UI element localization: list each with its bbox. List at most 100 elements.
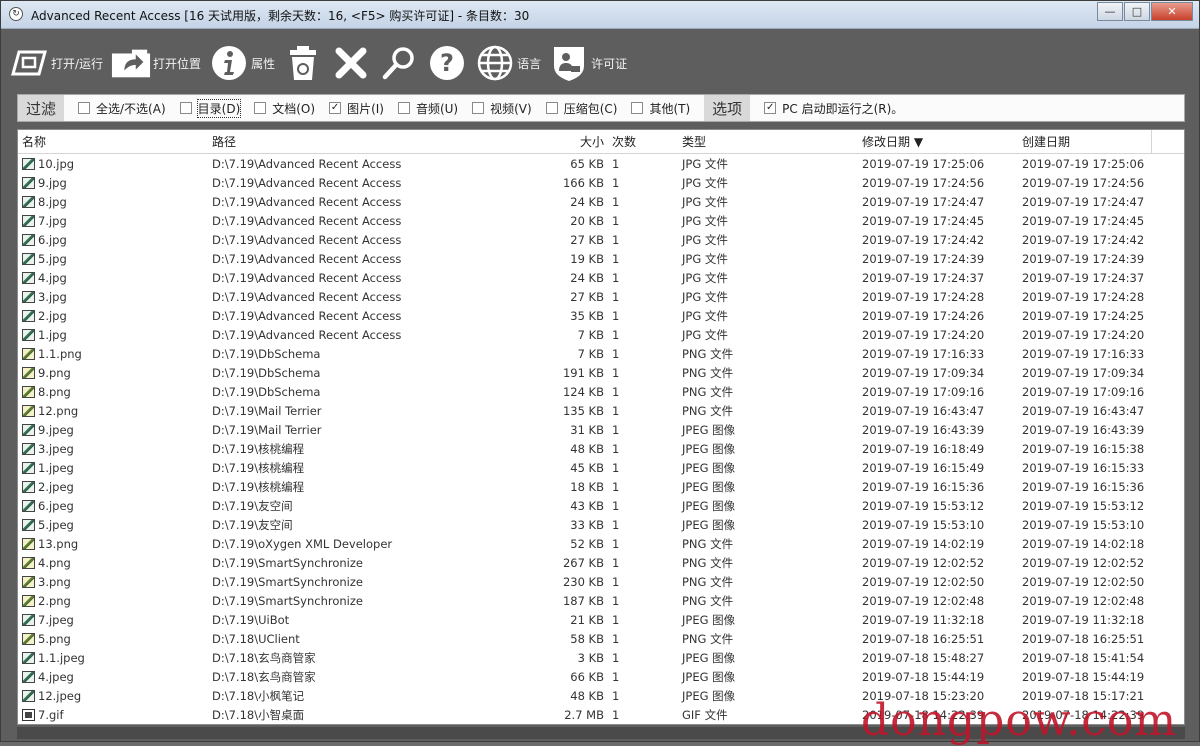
filter-checkbox[interactable]: 其他(T) [631,100,690,117]
help-button[interactable]: ? [427,43,467,83]
table-row[interactable]: 7.jpeg D:\7.19\UiBot 21 KB 1 JPEG 图像 2019-07-… [18,610,1184,629]
cell-type: PNG 文件 [682,574,734,589]
table-row[interactable]: 5.jpg D:\7.19\Advanced Recent Access 19 KB… [18,249,1184,268]
table-row[interactable]: 3.png D:\7.19\SmartSynchronize 230 KB 1 PNG … [18,572,1184,591]
recycle-button[interactable] [283,43,323,83]
cell-created: 2019-07-18 15:44:19 [1022,669,1145,684]
file-name: 8.png [38,384,71,399]
file-name: 9.jpg [38,175,67,190]
cell-created: 2019-07-19 17:24:39 [1022,251,1145,266]
table-row[interactable]: 1.1.jpeg D:\7.18\玄鸟商管家 3 KB 1 JPEG 图像 2019-07… [18,648,1184,667]
filter-bar: 过滤 全选/不选(A) 目录(D) 文档(O) ✓ 图片(I) 音频(U) 视频(V) 压缩包… [17,94,1185,122]
table-row[interactable]: 1.1.png D:\7.19\DbSchema 7 KB 1 PNG 文件 2019-0… [18,344,1184,363]
checkbox-checked-icon[interactable]: ✓ [329,102,342,114]
cell-modified: 2019-07-19 17:24:47 [862,194,985,209]
checkbox-unchecked-icon[interactable] [631,102,644,114]
table-row[interactable]: 4.png D:\7.19\SmartSynchronize 267 KB 1 PNG … [18,553,1184,572]
close-button[interactable]: ✕ [1151,2,1193,21]
cell-modified: 2019-07-19 17:24:39 [862,251,985,266]
startup-checkbox-box[interactable]: ✓ [764,102,777,114]
filter-checkbox[interactable]: ✓ 图片(I) [329,100,384,117]
cell-size: 52 KB [570,536,604,551]
table-row[interactable]: 5.jpeg D:\7.19\友空间 33 KB 1 JPEG 图像 2019-07-19… [18,515,1184,534]
checkbox-unchecked-icon[interactable] [472,102,485,114]
cell-type: JPEG 图像 [682,460,736,475]
table-row[interactable]: 3.jpg D:\7.19\Advanced Recent Access 27 KB… [18,287,1184,306]
cell-size: 20 KB [570,213,604,228]
file-name: 9.png [38,365,71,380]
table-row[interactable]: 6.jpg D:\7.19\Advanced Recent Access 27 KB… [18,230,1184,249]
cell-modified: 2019-07-19 12:02:48 [862,593,985,608]
cell-size: 187 KB [562,593,604,608]
table-row[interactable]: 9.jpg D:\7.19\Advanced Recent Access 166 K… [18,173,1184,192]
open-run-button[interactable]: 打开/运行 [9,43,103,83]
cell-path: D:\7.19\Advanced Recent Access [212,175,402,190]
cell-type: JPEG 图像 [682,498,736,513]
filter-checkbox[interactable]: 全选/不选(A) [78,100,166,117]
checkbox-unchecked-icon[interactable] [545,102,558,114]
column-header-name[interactable]: 名称 [18,130,208,153]
table-row[interactable]: 10.jpg D:\7.19\Advanced Recent Access 65 K… [18,154,1184,173]
cell-path: D:\7.19\Advanced Recent Access [212,308,402,323]
cell-type: PNG 文件 [682,631,734,646]
table-row[interactable]: 2.jpeg D:\7.19\核桃编程 18 KB 1 JPEG 图像 2019-07-1… [18,477,1184,496]
cell-size: 191 KB [562,365,604,380]
filter-checkbox[interactable]: 压缩包(C) [545,100,617,117]
table-row[interactable]: 9.jpeg D:\7.19\Mail Terrier 31 KB 1 JPEG 图像 2… [18,420,1184,439]
properties-button[interactable]: 属性 [209,43,275,83]
checkbox-unchecked-icon[interactable] [78,102,91,114]
column-header-count[interactable]: 次数 [608,130,678,153]
search-button[interactable] [379,43,419,83]
open-location-button[interactable]: 打开位置 [111,43,201,83]
cell-type: JPG 文件 [682,175,728,190]
table-row[interactable]: 4.jpeg D:\7.18\玄鸟商管家 66 KB 1 JPEG 图像 2019-07-… [18,667,1184,686]
filter-checkbox[interactable]: 文档(O) [254,100,315,117]
checkbox-unchecked-icon[interactable] [179,102,192,114]
table-row[interactable]: 6.jpeg D:\7.19\友空间 43 KB 1 JPEG 图像 2019-07-19… [18,496,1184,515]
column-header-type[interactable]: 类型 [678,130,858,153]
filter-checkbox[interactable]: 音频(U) [397,100,458,117]
cell-modified: 2019-07-19 11:32:18 [862,612,985,627]
column-header-modified[interactable]: 修改日期 ▼ [858,130,1018,153]
cell-path: D:\7.19\DbSchema [212,365,321,380]
minimize-button[interactable]: — [1097,2,1123,21]
table-row[interactable]: 1.jpeg D:\7.19\核桃编程 45 KB 1 JPEG 图像 2019-07-1… [18,458,1184,477]
checkbox-unchecked-icon[interactable] [397,102,410,114]
cell-size: 230 KB [562,574,604,589]
table-row[interactable]: 4.jpg D:\7.19\Advanced Recent Access 24 KB… [18,268,1184,287]
cell-path: D:\7.19\核桃编程 [212,460,305,475]
cell-name: 13.png [18,534,208,553]
table-row[interactable]: 2.jpg D:\7.19\Advanced Recent Access 35 KB… [18,306,1184,325]
cell-size: 24 KB [570,194,604,209]
table-row[interactable]: 5.png D:\7.18\UClient 58 KB 1 PNG 文件 2019-07-… [18,629,1184,648]
file-name: 12.jpeg [38,688,82,703]
maximize-button[interactable]: □ [1124,2,1150,21]
cell-type: PNG 文件 [682,536,734,551]
title-bar[interactable]: ↻ Advanced Recent Access [16 天试用版，剩余天数：1… [1,1,1199,29]
filter-checkbox[interactable]: 视频(V) [472,100,532,117]
checkbox-unchecked-icon[interactable] [254,102,267,114]
column-header-path[interactable]: 路径 [208,130,538,153]
delete-button[interactable] [331,43,371,83]
cell-size: 7 KB [577,327,604,342]
png-file-icon [22,347,35,360]
cell-count: 1 [612,688,620,703]
table-row[interactable]: 9.png D:\7.19\DbSchema 191 KB 1 PNG 文件 2019-0… [18,363,1184,382]
table-row[interactable]: 3.jpeg D:\7.19\核桃编程 48 KB 1 JPEG 图像 2019-07-1… [18,439,1184,458]
license-button[interactable]: 许可证 [549,43,627,83]
startup-checkbox[interactable]: ✓ PC 启动即运行之(R)。 [764,100,903,117]
filter-checkbox[interactable]: 目录(D) [179,98,242,118]
table-row[interactable]: 13.png D:\7.19\oXygen XML Developer 52 KB 1… [18,534,1184,553]
column-header-size[interactable]: 大小 [538,130,608,153]
cell-modified: 2019-07-19 16:43:39 [862,422,985,437]
table-row[interactable]: 7.jpg D:\7.19\Advanced Recent Access 20 KB… [18,211,1184,230]
table-row[interactable]: 8.png D:\7.19\DbSchema 124 KB 1 PNG 文件 2019-0… [18,382,1184,401]
column-header-created[interactable]: 创建日期 [1018,130,1152,153]
table-row[interactable]: 2.png D:\7.19\SmartSynchronize 187 KB 1 PNG … [18,591,1184,610]
table-row[interactable]: 1.jpg D:\7.19\Advanced Recent Access 7 KB 1… [18,325,1184,344]
cell-name: 4.jpg [18,268,208,287]
table-row[interactable]: 12.png D:\7.19\Mail Terrier 135 KB 1 PNG 文件 2… [18,401,1184,420]
language-button[interactable]: 语言 [475,43,541,83]
table-row[interactable]: 8.jpg D:\7.19\Advanced Recent Access 24 KB… [18,192,1184,211]
cell-created: 2019-07-19 16:15:33 [1022,460,1145,475]
